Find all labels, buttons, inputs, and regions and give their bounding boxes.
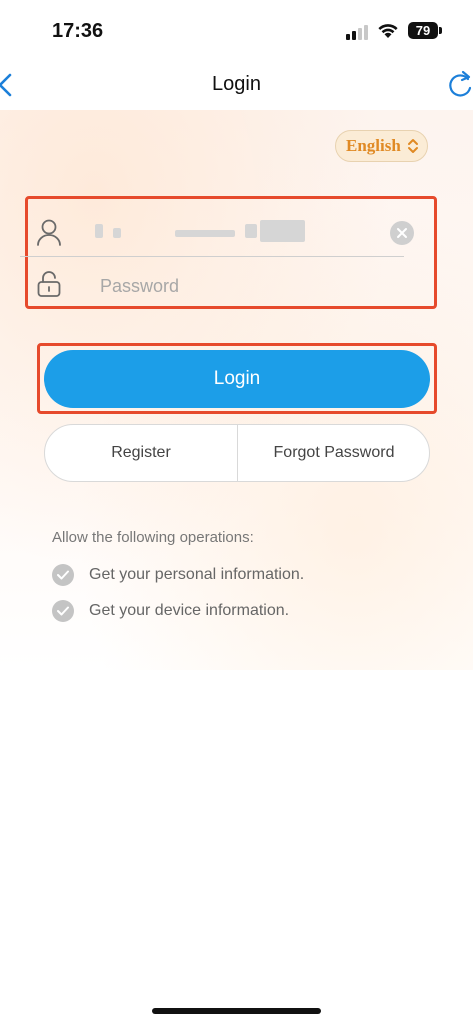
register-button[interactable]: Register bbox=[45, 425, 237, 481]
permission-label: Get your device information. bbox=[89, 602, 290, 619]
nav-bar: Login bbox=[0, 60, 473, 110]
lock-icon bbox=[37, 271, 61, 297]
language-label: English bbox=[346, 136, 401, 155]
status-bar: 17:36 79 bbox=[0, 0, 473, 60]
status-time: 17:36 bbox=[52, 20, 104, 42]
permissions-heading: Allow the following operations: bbox=[52, 529, 254, 546]
account-actions: Register Forgot Password bbox=[44, 424, 430, 482]
battery-indicator: 79 bbox=[408, 22, 438, 39]
refresh-icon[interactable] bbox=[446, 68, 473, 100]
check-circle-icon bbox=[52, 600, 74, 622]
check-circle-icon bbox=[52, 564, 74, 586]
forgot-password-button[interactable]: Forgot Password bbox=[238, 425, 430, 481]
battery-cap bbox=[439, 27, 442, 34]
login-button[interactable]: Login bbox=[44, 350, 430, 408]
cellular-signal-icon bbox=[346, 24, 370, 40]
language-selector[interactable]: English bbox=[335, 130, 428, 162]
permission-label: Get your personal information. bbox=[89, 566, 305, 583]
wifi-icon bbox=[378, 24, 398, 38]
chevron-up-down-icon bbox=[408, 139, 418, 153]
username-input[interactable] bbox=[95, 220, 310, 242]
password-input[interactable] bbox=[100, 272, 380, 300]
user-icon bbox=[37, 219, 61, 246]
page-title: Login bbox=[212, 73, 261, 95]
clear-icon[interactable] bbox=[390, 221, 414, 245]
home-indicator bbox=[152, 1008, 321, 1014]
